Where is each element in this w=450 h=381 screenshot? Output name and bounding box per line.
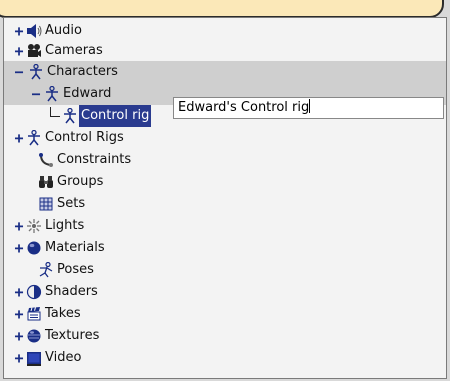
tree-item-lights[interactable]: + Lights [4, 215, 446, 237]
expand-icon[interactable]: + [12, 281, 26, 303]
tree-item-label: Edward [63, 86, 112, 101]
expand-icon[interactable]: + [12, 347, 26, 369]
tree-item-label: Characters [47, 64, 118, 79]
tree-item-materials[interactable]: + Materials [4, 237, 446, 259]
tree-item-characters[interactable]: − Characters [4, 61, 446, 83]
character-icon [44, 85, 60, 102]
tree-item-label: Constraints [57, 152, 132, 167]
light-icon [26, 218, 42, 234]
tree-item-label: Poses [57, 262, 94, 277]
tree-item-label: Groups [57, 174, 104, 189]
texture-sphere-icon [26, 328, 42, 344]
character-icon [28, 63, 44, 80]
collapse-icon[interactable]: − [29, 83, 43, 105]
tree-item-label: Shaders [45, 284, 98, 299]
expand-icon[interactable]: + [12, 127, 26, 149]
camera-icon [26, 43, 42, 59]
character-icon [62, 107, 78, 124]
callout-bubble [0, 0, 444, 18]
tree-item-label: Audio [45, 23, 82, 38]
tree-item-takes[interactable]: + Takes [4, 303, 446, 325]
tree-item-textures[interactable]: + Textures [4, 325, 446, 347]
tree-item-video[interactable]: + Video [4, 347, 446, 369]
tree-item-poses[interactable]: Poses [4, 259, 446, 281]
tree-item-groups[interactable]: Groups [4, 171, 446, 193]
tree-item-label: Lights [45, 218, 85, 233]
expand-icon[interactable]: + [12, 20, 26, 42]
clapper-icon [26, 306, 42, 322]
scene-browser-tree[interactable]: + Audio + Cameras − Characters − Edward [3, 17, 447, 379]
tree-item-label: Cameras [45, 43, 103, 58]
constraint-icon [38, 152, 54, 168]
shader-icon [26, 284, 42, 300]
collapse-icon[interactable]: − [12, 61, 26, 83]
rename-input-value: Edward's Control rig [178, 100, 310, 115]
text-caret [309, 99, 311, 113]
tree-item-label: Takes [45, 306, 81, 321]
expand-icon[interactable]: + [12, 325, 26, 347]
expand-icon[interactable]: + [12, 40, 26, 62]
tree-branch-line [50, 107, 60, 117]
tree-item-label: Sets [57, 196, 86, 211]
material-sphere-icon [26, 240, 42, 256]
tree-item-control-rigs[interactable]: + Control Rigs [4, 127, 446, 149]
rename-input[interactable]: Edward's Control rig [173, 97, 444, 119]
tree-item-label: Control Rigs [45, 130, 124, 145]
tree-item-constraints[interactable]: Constraints [4, 149, 446, 171]
character-icon [26, 129, 42, 146]
expand-icon[interactable]: + [12, 215, 26, 237]
tree-item-label: Materials [45, 240, 105, 255]
pose-icon [38, 261, 54, 278]
video-icon [26, 350, 42, 366]
speaker-icon [26, 23, 42, 39]
tree-item-sets[interactable]: Sets [4, 193, 446, 215]
tree-item-label: Video [45, 350, 82, 365]
expand-icon[interactable]: + [12, 303, 26, 325]
tree-item-label: Textures [45, 328, 100, 343]
tree-item-shaders[interactable]: + Shaders [4, 281, 446, 303]
expand-icon[interactable]: + [12, 237, 26, 259]
tree-item-cameras[interactable]: + Cameras [4, 40, 446, 62]
tree-item-label: Control rig [79, 105, 152, 127]
sets-icon [38, 196, 54, 212]
binoculars-icon [38, 174, 54, 190]
tree-item-audio[interactable]: + Audio [4, 20, 446, 42]
